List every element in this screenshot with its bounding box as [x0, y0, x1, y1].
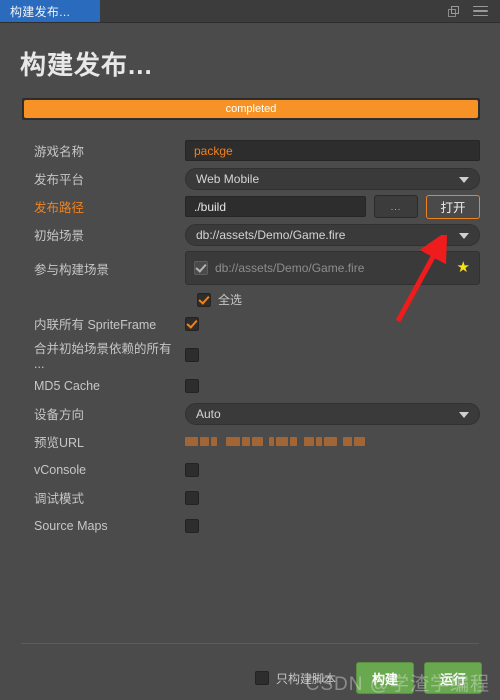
preview-url-redacted — [185, 435, 367, 449]
label-debug-mode: 调试模式 — [34, 492, 85, 506]
open-label: 打开 — [440, 201, 466, 215]
tab-build-publish[interactable]: 构建发布... — [0, 0, 100, 22]
footer-divider — [21, 643, 479, 644]
label-game-name: 游戏名称 — [34, 145, 85, 159]
control-build-path: ./build ... 打开 — [185, 194, 480, 219]
progress-fill: completed — [24, 100, 478, 118]
menu-line — [473, 5, 488, 8]
row-merge-deps: 合并初始场景依赖的所有 ... — [22, 338, 480, 371]
row-md5-cache: MD5 Cache — [22, 372, 480, 399]
select-all-row[interactable]: 全选 — [185, 291, 480, 308]
select-all-label: 全选 — [218, 293, 243, 307]
row-included-scenes: 参与构建场景 db://assets/Demo/Game.fire ★ — [22, 249, 480, 287]
select-all-checkbox[interactable] — [197, 292, 211, 307]
label-source-maps: Source Maps — [34, 518, 108, 533]
page-title: 构建发布... — [20, 50, 153, 80]
menu-line — [473, 10, 488, 12]
row-orientation: 设备方向 Auto — [22, 400, 480, 427]
debug-mode-checkbox[interactable] — [185, 490, 199, 505]
titlebar-spacer — [100, 0, 448, 22]
progress-label: completed — [225, 103, 277, 115]
popout-icon[interactable] — [448, 5, 459, 17]
label-preview-url: 预览URL — [34, 436, 85, 450]
titlebar-actions — [448, 0, 500, 22]
row-vconsole: vConsole — [22, 456, 480, 483]
md5-cache-checkbox[interactable] — [185, 378, 199, 393]
run-button[interactable]: 运行 — [424, 662, 482, 694]
window-titlebar: 构建发布... — [0, 0, 500, 23]
build-label: 构建 — [371, 671, 398, 687]
row-inline-spriteframe: 内联所有 SpriteFrame — [22, 310, 480, 337]
row-source-maps: Source Maps — [22, 512, 480, 539]
scene-label: db://assets/Demo/Game.fire — [215, 261, 365, 275]
label-merge-deps: 合并初始场景依赖的所有 ... — [34, 342, 172, 371]
inline-spriteframe-checkbox[interactable] — [185, 316, 199, 331]
browse-label: ... — [390, 201, 402, 212]
control-platform: Web Mobile — [185, 167, 480, 190]
row-preview-url: 预览URL — [22, 428, 480, 455]
control-merge-deps — [185, 347, 480, 362]
row-debug-mode: 调试模式 — [22, 484, 480, 511]
open-folder-button[interactable]: 打开 — [426, 194, 480, 219]
scripts-only-checkbox[interactable] — [254, 671, 269, 685]
row-build-path: 发布路径 ./build ... 打开 — [22, 193, 480, 220]
control-vconsole — [185, 462, 480, 477]
label-vconsole: vConsole — [34, 462, 87, 477]
build-path-value: ./build — [194, 199, 227, 214]
scene-checkbox[interactable] — [194, 261, 208, 275]
row-start-scene: 初始场景 db://assets/Demo/Game.fire — [22, 221, 480, 248]
label-inline-spriteframe: 内联所有 SpriteFrame — [34, 318, 157, 332]
tab-label: 构建发布... — [10, 4, 71, 19]
control-included-scenes: db://assets/Demo/Game.fire ★ — [185, 251, 480, 285]
scene-list: db://assets/Demo/Game.fire ★ — [185, 251, 480, 285]
control-orientation: Auto — [185, 402, 480, 425]
label-build-path: 发布路径 — [34, 201, 85, 215]
game-name-input[interactable]: packge — [185, 140, 480, 161]
label-included-scenes: 参与构建场景 — [34, 262, 110, 277]
chevron-down-icon — [459, 411, 469, 418]
source-maps-checkbox[interactable] — [185, 518, 199, 533]
footer-actions: 只构建脚本 构建 运行 — [254, 662, 482, 694]
label-md5-cache: MD5 Cache — [34, 378, 100, 393]
label-start-scene: 初始场景 — [34, 229, 85, 243]
row-game-name: 游戏名称 packge — [22, 137, 480, 164]
scripts-only-label: 只构建脚本 — [275, 671, 336, 686]
start-scene-select[interactable]: db://assets/Demo/Game.fire — [185, 223, 480, 246]
build-path-input[interactable]: ./build — [185, 196, 366, 217]
orientation-value: Auto — [196, 406, 221, 421]
label-orientation: 设备方向 — [34, 408, 85, 422]
control-debug-mode — [185, 490, 480, 505]
game-name-value: packge — [194, 143, 233, 158]
control-source-maps — [185, 518, 480, 533]
platform-value: Web Mobile — [196, 171, 260, 186]
build-button[interactable]: 构建 — [356, 662, 414, 694]
browse-button[interactable]: ... — [374, 195, 418, 218]
vconsole-checkbox[interactable] — [185, 462, 199, 477]
hamburger-menu-icon[interactable] — [473, 5, 488, 17]
star-icon[interactable]: ★ — [457, 260, 470, 275]
build-form: 游戏名称 packge 发布平台 Web Mobile 发布路径 ./build… — [0, 137, 500, 539]
start-scene-value: db://assets/Demo/Game.fire — [196, 227, 346, 242]
row-platform: 发布平台 Web Mobile — [22, 165, 480, 192]
chevron-down-icon — [459, 176, 469, 183]
orientation-select[interactable]: Auto — [185, 402, 480, 425]
control-inline-spriteframe — [185, 316, 480, 331]
chevron-down-icon — [459, 232, 469, 239]
build-progress: completed — [22, 98, 480, 120]
menu-line — [473, 14, 488, 17]
label-platform: 发布平台 — [34, 173, 85, 187]
build-panel: 构建发布... completed 游戏名称 packge 发布平台 Web M… — [0, 23, 500, 700]
control-md5-cache — [185, 378, 480, 393]
control-game-name: packge — [185, 140, 480, 161]
control-preview-url — [185, 435, 480, 449]
run-label: 运行 — [439, 671, 466, 687]
control-start-scene: db://assets/Demo/Game.fire — [185, 223, 480, 246]
platform-select[interactable]: Web Mobile — [185, 167, 480, 190]
merge-deps-checkbox[interactable] — [185, 347, 199, 362]
